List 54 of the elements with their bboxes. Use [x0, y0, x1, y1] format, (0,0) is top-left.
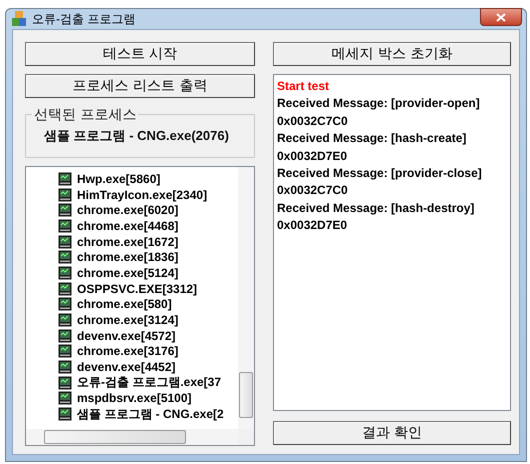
- close-icon: [496, 12, 506, 22]
- process-item[interactable]: HimTrayIcon.exe[2340]: [58, 186, 238, 202]
- process-item[interactable]: chrome.exe[580]: [58, 296, 238, 312]
- process-item[interactable]: chrome.exe[1672]: [58, 234, 238, 250]
- process-item[interactable]: chrome.exe[5124]: [58, 265, 238, 281]
- message-line: 0x0032C7C0: [277, 112, 349, 130]
- monitor-icon: [58, 360, 72, 374]
- process-item[interactable]: Hwp.exe[5860]: [58, 171, 238, 187]
- start-test-button[interactable]: 테스트 시작: [25, 42, 255, 66]
- monitor-icon: [58, 266, 72, 280]
- selected-process-value: 샘플 프로그램 - CNG.exe(2076): [44, 127, 229, 145]
- message-line: Received Message: [provider-close]: [277, 164, 483, 182]
- clear-messages-button[interactable]: 메세지 박스 초기화: [273, 42, 511, 66]
- monitor-icon: [58, 172, 72, 186]
- process-item[interactable]: chrome.exe[4468]: [58, 218, 238, 234]
- monitor-icon: [58, 344, 72, 358]
- monitor-icon: [58, 203, 72, 218]
- monitor-icon: [58, 218, 72, 233]
- horizontal-scrollbar[interactable]: [26, 429, 238, 445]
- monitor-icon: [58, 188, 72, 202]
- app-icon: [12, 11, 26, 27]
- monitor-icon: [58, 234, 72, 249]
- close-button[interactable]: [480, 8, 522, 26]
- process-item[interactable]: chrome.exe[3124]: [58, 312, 238, 328]
- message-line: Received Message: [hash-create]: [277, 130, 468, 148]
- process-item[interactable]: devenv.exe[4572]: [58, 328, 238, 344]
- process-item[interactable]: chrome.exe[3176]: [58, 344, 238, 360]
- monitor-icon: [58, 328, 72, 343]
- process-item[interactable]: 오류-검출 프로그램.exe[37: [58, 374, 238, 391]
- message-line: 0x0032D7E0: [277, 148, 348, 165]
- message-line: 0x0032D7E0: [277, 217, 348, 234]
- monitor-icon: [58, 391, 72, 406]
- process-item[interactable]: chrome.exe[6020]: [58, 202, 238, 218]
- message-line: Start test: [277, 78, 330, 95]
- monitor-icon: [58, 297, 72, 312]
- message-line: Received Message: [hash-destroy]: [277, 200, 476, 217]
- message-line: 0x0032C7C0: [277, 182, 349, 200]
- result-button[interactable]: 결과 확인: [273, 421, 511, 445]
- vertical-scrollbar[interactable]: [238, 167, 254, 429]
- process-item[interactable]: devenv.exe[4452]: [58, 359, 238, 375]
- monitor-icon: [58, 250, 72, 264]
- message-line: Received Message: [provider-open]: [277, 95, 481, 112]
- process-item[interactable]: chrome.exe[1836]: [58, 249, 238, 266]
- process-item[interactable]: 샘플 프로그램 - CNG.exe[2: [58, 406, 238, 422]
- process-item[interactable]: mspdbsrv.exe[5100]: [58, 390, 238, 406]
- process-list-button[interactable]: 프로세스 리스트 출력: [25, 74, 255, 98]
- group-label: 선택된 프로세스: [32, 106, 138, 124]
- scrollbar-corner: [238, 429, 254, 445]
- monitor-icon: [58, 376, 72, 390]
- monitor-icon: [58, 282, 72, 296]
- process-item[interactable]: OSPPSVC.EXE[3312]: [58, 280, 238, 296]
- monitor-icon: [58, 313, 72, 328]
- monitor-icon: [58, 407, 72, 422]
- window-title: 오류-검출 프로그램: [32, 10, 136, 28]
